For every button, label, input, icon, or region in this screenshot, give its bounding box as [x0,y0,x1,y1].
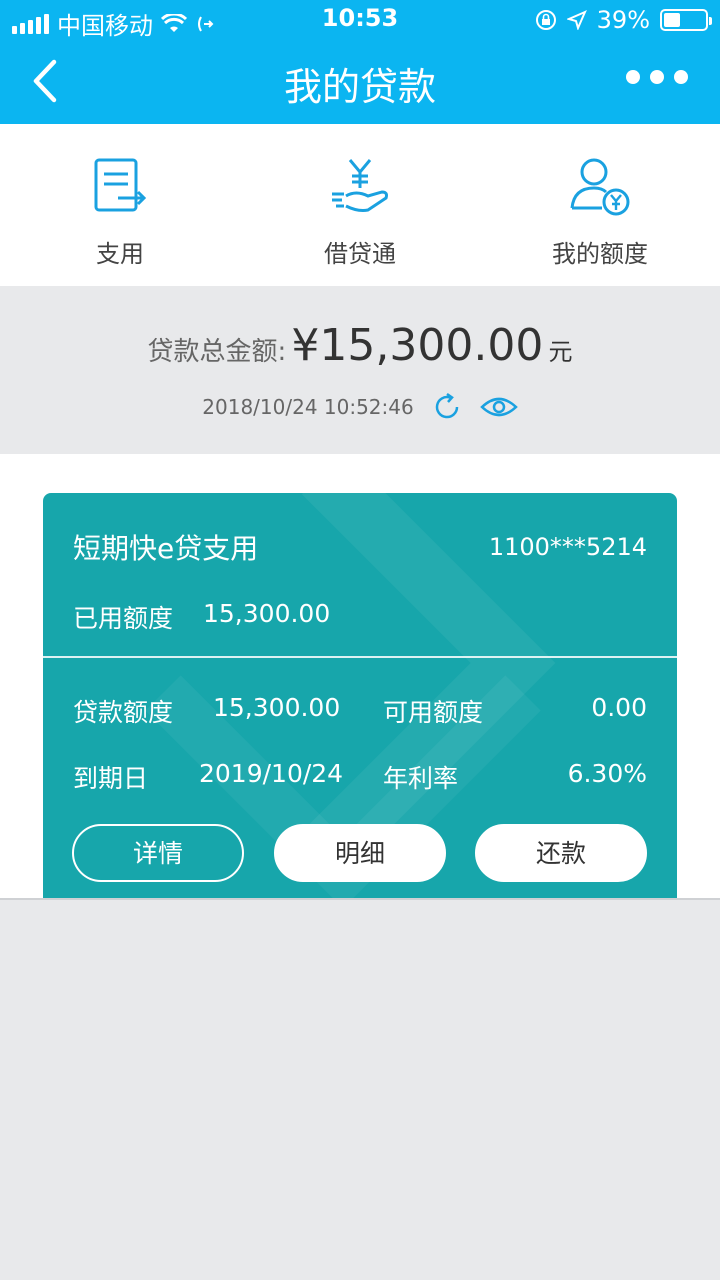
quick-item-loan-service[interactable]: 借贷通 [240,124,480,286]
used-limit-value: 15,300.00 [203,599,331,628]
total-label: 贷款总金额: [147,337,287,367]
due-date-label: 到期日 [73,764,149,793]
loan-limit-label: 贷款额度 [73,698,174,727]
app-root: 中国移动 10:53 39% 我的贷款 支用 借贷通 我的额度 贷款总金额: ¥… [0,0,720,1280]
document-arrow-icon [94,158,147,212]
battery-percent: 39% [596,6,650,34]
empty-area [0,898,720,1280]
available-limit-value: 0.00 [591,693,647,722]
eye-icon[interactable] [479,393,518,421]
repay-button[interactable]: 还款 [475,824,647,882]
top-bar: 中国移动 10:53 39% 我的贷款 [0,0,720,124]
total-unit: 元 [548,338,573,366]
quick-label: 我的额度 [552,240,648,268]
location-icon [566,10,587,30]
details-button[interactable]: 详情 [72,824,244,882]
more-icon[interactable] [626,70,688,84]
status-bar: 中国移动 10:53 39% [0,0,720,40]
available-limit-label: 可用额度 [383,698,484,727]
statement-button[interactable]: 明细 [274,824,446,882]
loan-summary: 贷款总金额: ¥15,300.00 元 2018/10/24 10:52:46 [0,286,720,454]
card-area: 短期快e贷支用 1100***5214 已用额度 15,300.00 贷款额度 … [0,454,720,898]
update-timestamp: 2018/10/24 10:52:46 [202,395,414,419]
total-line: 贷款总金额: ¥15,300.00 元 [0,320,720,371]
total-amount: ¥15,300.00 [291,320,544,371]
used-limit-label: 已用额度 [73,604,174,633]
annual-rate-label: 年利率 [383,764,459,793]
refresh-icon[interactable] [432,392,462,422]
quick-item-my-limit[interactable]: 我的额度 [480,124,720,286]
loan-account-number: 1100***5214 [488,533,647,561]
status-right: 39% [535,6,712,34]
loan-limit-value: 15,300.00 [213,693,341,722]
quick-label: 支用 [96,240,144,268]
timestamp-line: 2018/10/24 10:52:46 [0,392,720,422]
battery-icon [660,9,712,31]
annual-rate-value: 6.30% [567,759,647,788]
quick-item-withdraw[interactable]: 支用 [0,124,240,286]
loan-card: 短期快e贷支用 1100***5214 已用额度 15,300.00 贷款额度 … [43,493,677,898]
nav-bar: 我的贷款 [0,40,720,124]
page-title: 我的贷款 [283,65,436,109]
quick-menu: 支用 借贷通 我的额度 [0,124,720,286]
rotation-lock-icon [535,10,556,30]
loan-product-name: 短期快e贷支用 [73,532,259,565]
user-yuan-icon [570,158,630,216]
quick-label: 借贷通 [324,240,396,268]
card-divider [43,656,677,658]
due-date-value: 2019/10/24 [199,759,344,788]
hand-yuan-icon [332,159,388,212]
